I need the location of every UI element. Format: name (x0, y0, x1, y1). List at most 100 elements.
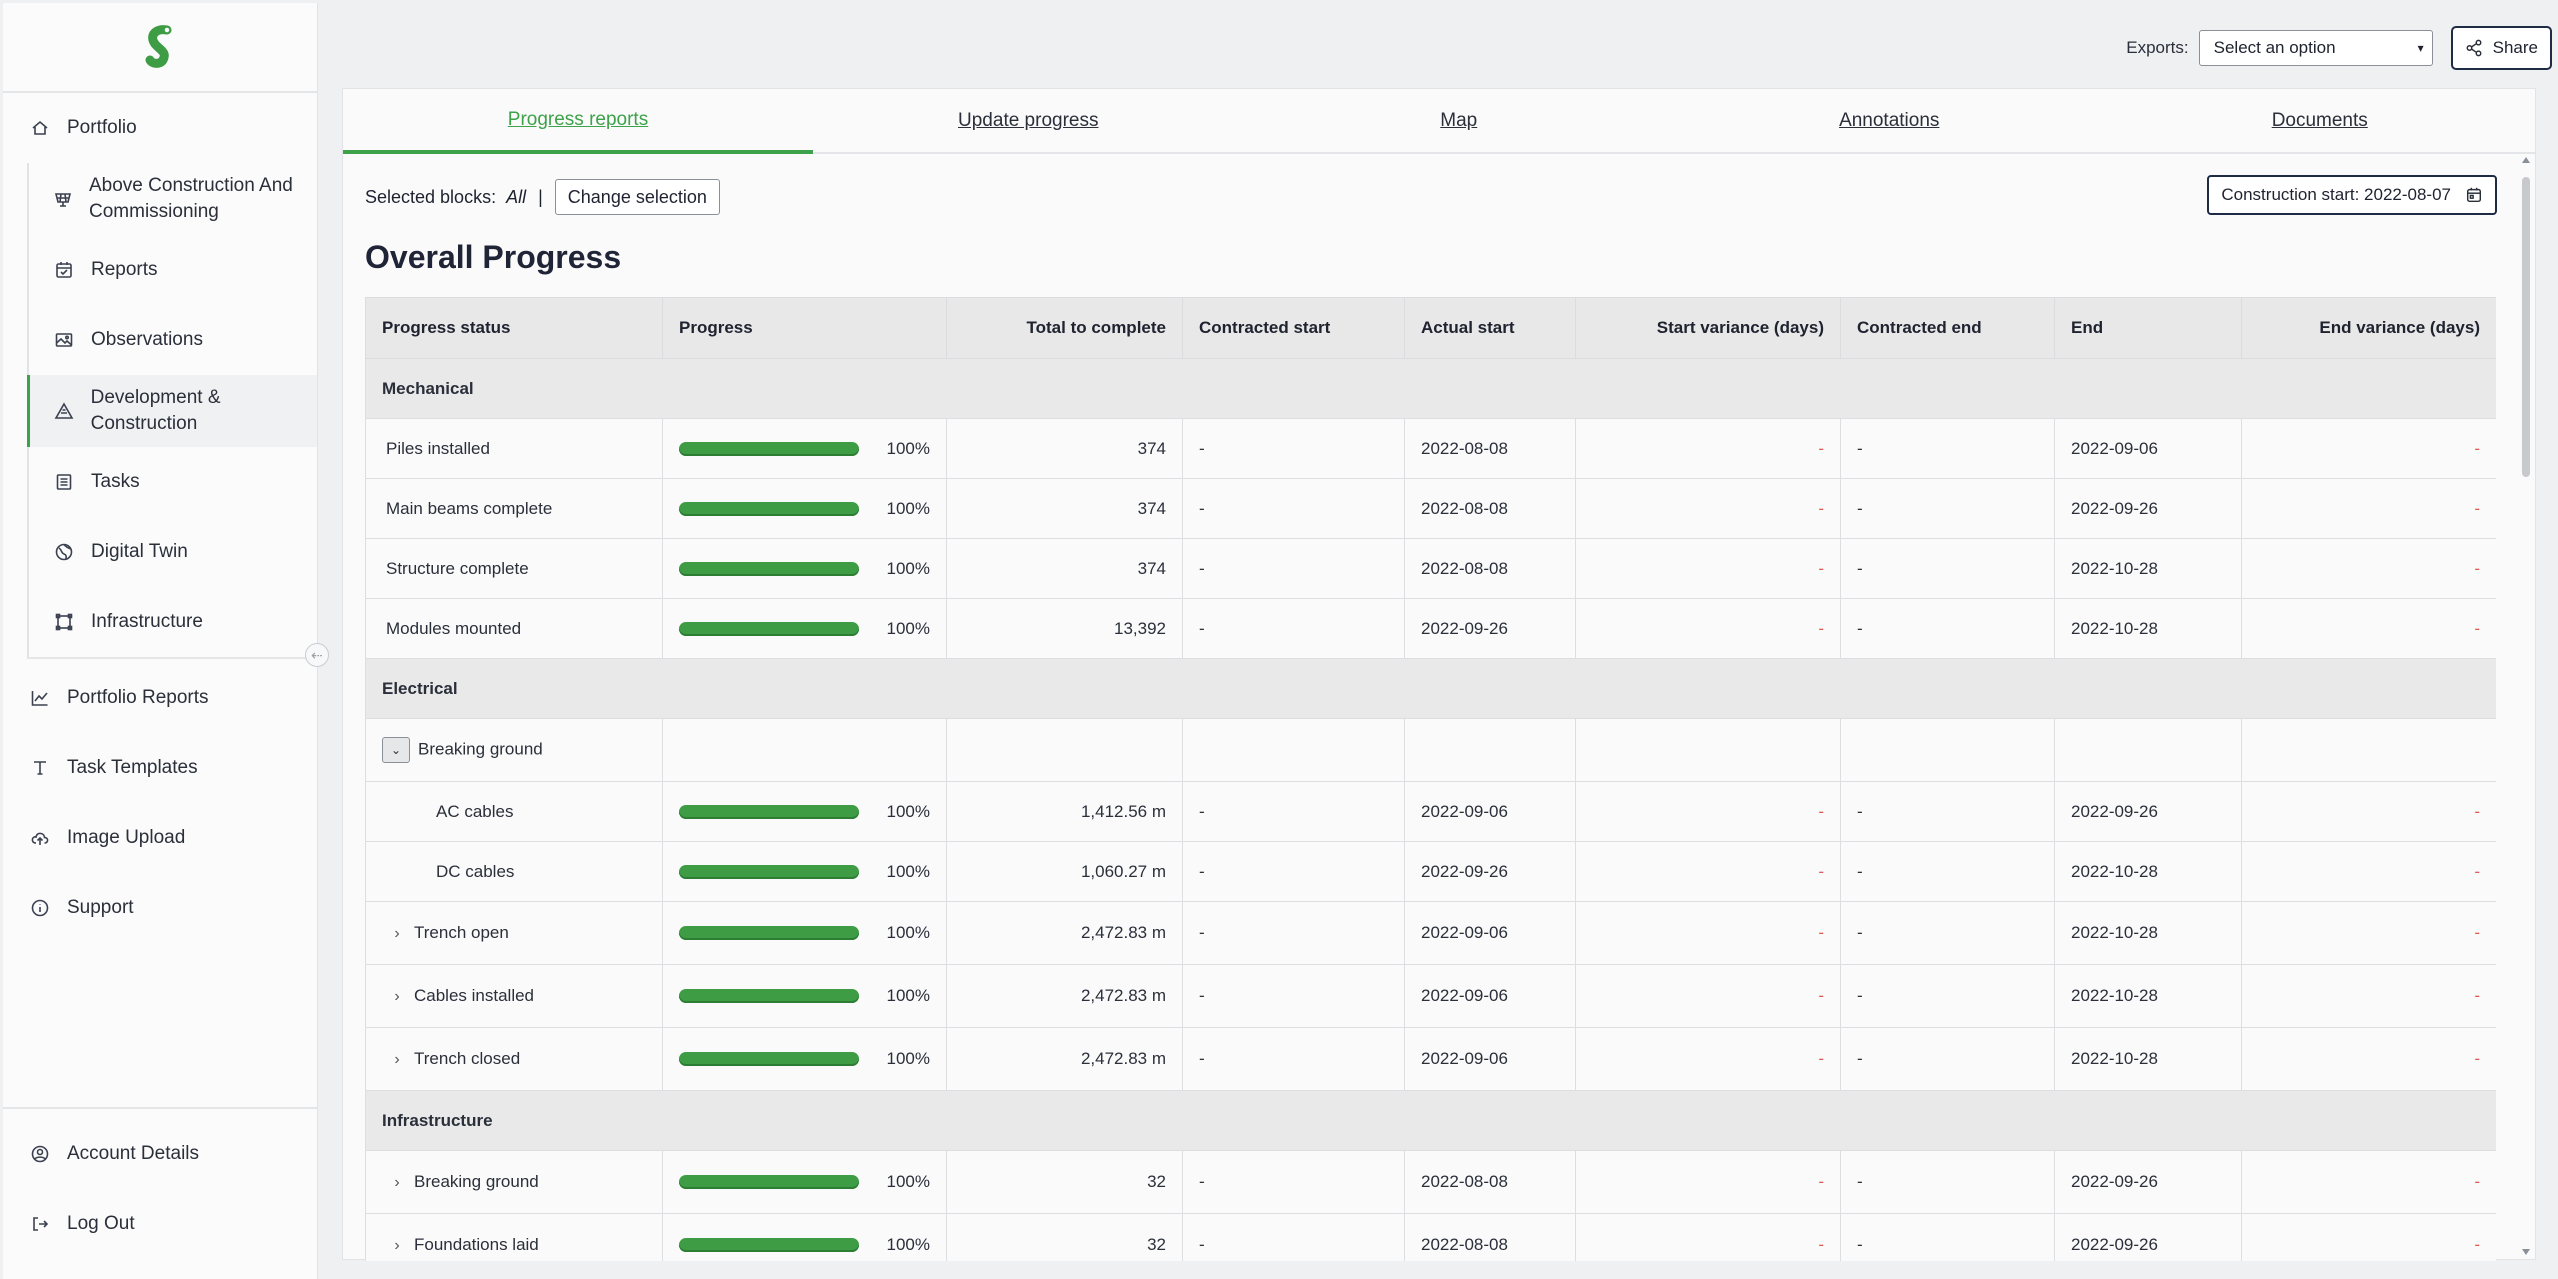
actual-start: 2022-09-26 (1404, 841, 1576, 902)
sidebar-item-label: Above Construction And Commissioning (89, 175, 293, 222)
chevron-right-icon[interactable]: › (390, 988, 404, 1006)
sidebar-item-account-details[interactable]: Account Details (3, 1119, 317, 1189)
contracted-end: - (1840, 478, 2055, 539)
end-variance: - (2241, 1150, 2496, 1214)
contracted-start: - (1182, 538, 1405, 599)
sidebar-item-portfolio[interactable]: Portfolio (3, 93, 317, 163)
end-date: 2022-09-26 (2054, 781, 2242, 842)
sidebar-item-task-templates[interactable]: Task Templates (3, 733, 317, 803)
actual-start: 2022-09-06 (1404, 781, 1576, 842)
actual-start: 2022-08-08 (1404, 538, 1576, 599)
row-label: Breaking ground (418, 739, 543, 759)
progress-percent: 100% (886, 618, 930, 638)
share-button[interactable]: Share (2450, 26, 2552, 70)
start-variance: - (1575, 1027, 1841, 1091)
row-label: Structure complete (386, 558, 529, 578)
sidebar-item-label: Digital Twin (91, 541, 188, 562)
chevron-right-icon[interactable]: › (390, 1051, 404, 1069)
tab-update-progress[interactable]: Update progress (813, 89, 1244, 152)
total-to-complete: 2,472.83 m (946, 964, 1183, 1028)
table-row: Main beams complete 100% 374-2022-08-08- -2… (365, 478, 2496, 539)
sidebar-item-above-construction-and-commissioning[interactable]: Above Construction And Commissioning (29, 163, 317, 235)
sidebar-item-infrastructure[interactable]: Infrastructure (29, 587, 317, 657)
end-date: 2022-09-26 (2054, 478, 2242, 539)
total-to-complete: 374 (946, 478, 1183, 539)
sidebar-item-tasks[interactable]: Tasks (29, 447, 317, 517)
end-date: 2022-10-28 (2054, 598, 2242, 659)
logo[interactable] (3, 3, 317, 93)
row-label: Main beams complete (386, 498, 553, 518)
column-header-contracted-start: Contracted start (1182, 297, 1405, 359)
actual-start: 2022-08-08 (1404, 1150, 1576, 1214)
column-header-progress-status: Progress status (365, 297, 663, 359)
tab-documents[interactable]: Documents (2105, 89, 2536, 152)
end-variance: - (2241, 901, 2496, 965)
cloud-upload-icon (29, 827, 51, 849)
tab-map[interactable]: Map (1244, 89, 1675, 152)
sidebar-item-digital-twin[interactable]: Digital Twin (29, 517, 317, 587)
actual-start: 2022-09-26 (1404, 598, 1576, 659)
exports-label: Exports: (2126, 38, 2189, 57)
end-variance: - (2241, 781, 2496, 842)
contracted-end: - (1840, 781, 2055, 842)
progress-percent: 100% (886, 1172, 930, 1191)
end-date: 2022-10-28 (2054, 901, 2242, 965)
chevron-right-icon[interactable]: › (390, 1237, 404, 1255)
total-to-complete: 2,472.83 m (946, 901, 1183, 965)
actual-start: 2022-08-08 (1404, 1213, 1576, 1261)
chevron-right-icon[interactable]: › (390, 1174, 404, 1192)
sidebar-item-development-and-construction[interactable]: Development & Construction (27, 375, 317, 447)
sidebar-item-support[interactable]: Support (3, 873, 317, 943)
row-label: AC cables (436, 801, 514, 821)
sidebar-item-observations[interactable]: Observations (29, 305, 317, 375)
sidebar-item-reports[interactable]: Reports (29, 235, 317, 305)
sidebar-item-label: Development & Construction (90, 387, 221, 434)
start-variance: - (1575, 901, 1841, 965)
collapse-toggle-button[interactable]: ⌄ (382, 737, 410, 763)
progress-percent: 100% (886, 1235, 930, 1254)
actual-start: 2022-08-08 (1404, 418, 1576, 479)
user-circle-icon (29, 1143, 51, 1165)
construction-start-button[interactable]: Construction start: 2022-08-07 (2207, 175, 2497, 215)
progress-bar (679, 926, 859, 940)
start-variance: - (1575, 478, 1841, 539)
total-to-complete: 13,392 (946, 598, 1183, 659)
topbar: Exports: Select an option ▾ Share (2126, 26, 2552, 70)
chevron-down-icon: ⌄ (390, 743, 402, 757)
chevron-right-icon[interactable]: › (390, 925, 404, 943)
sidebar-item-log-out[interactable]: Log Out (3, 1189, 317, 1259)
tab-annotations[interactable]: Annotations (1674, 89, 2105, 152)
end-variance: - (2241, 598, 2496, 659)
scrollbar-thumb[interactable] (2522, 177, 2530, 477)
contracted-start: - (1182, 1027, 1405, 1091)
actual-start: 2022-09-06 (1404, 964, 1576, 1028)
exports-select[interactable]: Select an option ▾ (2198, 30, 2433, 66)
block-selection-toolbar: Selected blocks: All | Change selection (365, 179, 720, 215)
contracted-end: - (1840, 538, 2055, 599)
sidebar-item-image-upload[interactable]: Image Upload (3, 803, 317, 873)
end-variance: - (2241, 478, 2496, 539)
end-date: 2022-09-26 (2054, 1150, 2242, 1214)
info-icon (29, 897, 51, 919)
scroll-up-icon[interactable] (2522, 157, 2530, 163)
sidebar-item-label: Portfolio Reports (67, 687, 209, 708)
sidebar-item-portfolio-reports[interactable]: Portfolio Reports (3, 663, 317, 733)
start-variance: - (1575, 1150, 1841, 1214)
group-row-mechanical: Mechanical (365, 358, 2496, 419)
collapse-sidebar-button[interactable]: ⇠ (305, 643, 329, 667)
tab-progress-reports[interactable]: Progress reports (343, 89, 813, 154)
column-header-start-variance-days: Start variance (days) (1575, 297, 1841, 359)
logout-icon (29, 1213, 51, 1235)
progress-bar (679, 1052, 859, 1066)
chart-line-icon (29, 687, 51, 709)
progress-bar (679, 501, 859, 516)
change-selection-button[interactable]: Change selection (554, 179, 720, 215)
table-row: › Cables installed 100% 2,472.83 m -2022-09-… (365, 964, 2496, 1028)
column-header-actual-start: Actual start (1404, 297, 1576, 359)
chevron-down-icon: ▾ (2417, 41, 2424, 55)
scroll-down-icon[interactable] (2522, 1249, 2530, 1255)
vertical-scrollbar[interactable] (2521, 157, 2531, 1255)
contracted-end: - (1840, 1027, 2055, 1091)
contracted-start: - (1182, 781, 1405, 842)
start-variance: - (1575, 841, 1841, 902)
